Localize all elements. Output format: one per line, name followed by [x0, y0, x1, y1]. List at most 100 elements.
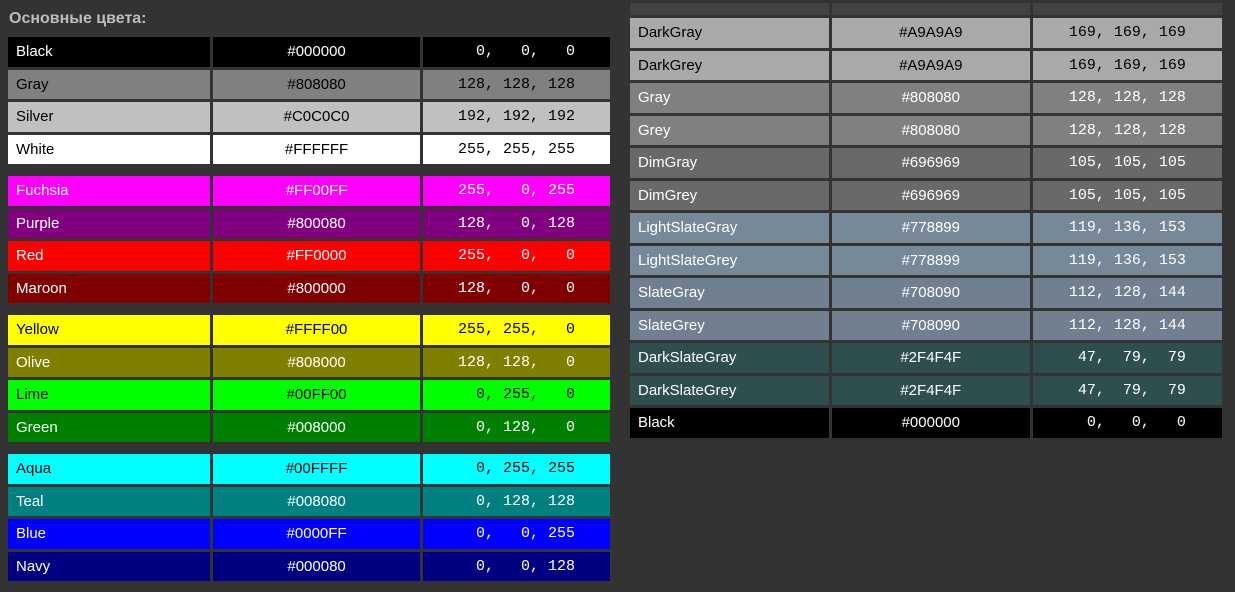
table-row: Navy#000080 0, 0, 128	[8, 552, 610, 582]
color-hex-cell: #808080	[832, 83, 1030, 113]
color-rgb-cell: 255, 255, 0	[423, 315, 610, 345]
color-rgb-cell: 119, 136, 153	[1033, 213, 1222, 243]
table-header-cell	[1033, 3, 1222, 15]
color-name-cell: SlateGrey	[630, 311, 829, 341]
color-hex-cell: #A9A9A9	[832, 51, 1030, 81]
table-row: Blue#0000FF 0, 0, 255	[8, 519, 610, 549]
color-hex-cell: #008000	[213, 413, 420, 443]
gray-colors-panel: DarkGray#A9A9A9169, 169, 169DarkGrey#A9A…	[627, 0, 1225, 584]
color-name-cell: Lime	[8, 380, 210, 410]
gray-colors-table: DarkGray#A9A9A9169, 169, 169DarkGrey#A9A…	[627, 0, 1225, 441]
color-hex-cell: #FFFF00	[213, 315, 420, 345]
table-header-cell	[832, 3, 1030, 15]
color-hex-cell: #000000	[832, 408, 1030, 438]
color-rgb-cell: 105, 105, 105	[1033, 181, 1222, 211]
color-name-cell: Black	[8, 37, 210, 67]
color-name-cell: Purple	[8, 209, 210, 239]
basic-colors-table: Black#000000 0, 0, 0Gray#808080128, 128,…	[5, 34, 613, 584]
color-name-cell: Aqua	[8, 454, 210, 484]
color-rgb-cell: 169, 169, 169	[1033, 18, 1222, 48]
color-name-cell: Teal	[8, 487, 210, 517]
color-name-cell: Silver	[8, 102, 210, 132]
color-rgb-cell: 128, 128, 0	[423, 348, 610, 378]
color-hex-cell: #708090	[832, 278, 1030, 308]
color-name-cell: LightSlateGray	[630, 213, 829, 243]
table-row: LightSlateGrey#778899119, 136, 153	[630, 246, 1222, 276]
table-row: DarkGray#A9A9A9169, 169, 169	[630, 18, 1222, 48]
table-row: DarkSlateGray#2F4F4F 47, 79, 79	[630, 343, 1222, 373]
color-rgb-cell: 47, 79, 79	[1033, 376, 1222, 406]
color-hex-cell: #008080	[213, 487, 420, 517]
color-hex-cell: #00FF00	[213, 380, 420, 410]
color-hex-cell: #C0C0C0	[213, 102, 420, 132]
color-hex-cell: #FF0000	[213, 241, 420, 271]
table-row: LightSlateGray#778899119, 136, 153	[630, 213, 1222, 243]
color-rgb-cell: 112, 128, 144	[1033, 311, 1222, 341]
table-row: Purple#800080128, 0, 128	[8, 209, 610, 239]
color-name-cell: Yellow	[8, 315, 210, 345]
color-rgb-cell: 192, 192, 192	[423, 102, 610, 132]
color-name-cell: DimGray	[630, 148, 829, 178]
group-spacer	[8, 445, 610, 451]
color-name-cell: White	[8, 135, 210, 165]
color-rgb-cell: 255, 255, 255	[423, 135, 610, 165]
color-name-cell: DarkSlateGrey	[630, 376, 829, 406]
color-name-cell: DarkSlateGray	[630, 343, 829, 373]
color-name-cell: Red	[8, 241, 210, 271]
color-name-cell: DarkGrey	[630, 51, 829, 81]
table-row: Olive#808000128, 128, 0	[8, 348, 610, 378]
table-row: Black#000000 0, 0, 0	[630, 408, 1222, 438]
color-hex-cell: #808000	[213, 348, 420, 378]
color-name-cell: DarkGray	[630, 18, 829, 48]
basic-colors-heading: Основные цвета:	[5, 8, 613, 34]
color-name-cell: DimGrey	[630, 181, 829, 211]
color-hex-cell: #800080	[213, 209, 420, 239]
color-rgb-cell: 128, 128, 128	[1033, 83, 1222, 113]
color-hex-cell: #FF00FF	[213, 176, 420, 206]
color-hex-cell: #696969	[832, 148, 1030, 178]
table-row: DimGrey#696969105, 105, 105	[630, 181, 1222, 211]
color-hex-cell: #000000	[213, 37, 420, 67]
table-row: White#FFFFFF255, 255, 255	[8, 135, 610, 165]
table-row: Green#008000 0, 128, 0	[8, 413, 610, 443]
color-name-cell: Fuchsia	[8, 176, 210, 206]
color-rgb-cell: 0, 255, 0	[423, 380, 610, 410]
color-name-cell: Olive	[8, 348, 210, 378]
color-hex-cell: #708090	[832, 311, 1030, 341]
color-hex-cell: #778899	[832, 213, 1030, 243]
color-rgb-cell: 0, 0, 128	[423, 552, 610, 582]
color-rgb-cell: 0, 128, 128	[423, 487, 610, 517]
table-row: DarkSlateGrey#2F4F4F 47, 79, 79	[630, 376, 1222, 406]
basic-colors-panel: Основные цвета: Black#000000 0, 0, 0Gray…	[5, 8, 613, 584]
color-name-cell: Black	[630, 408, 829, 438]
color-rgb-cell: 119, 136, 153	[1033, 246, 1222, 276]
color-hex-cell: #000080	[213, 552, 420, 582]
color-rgb-cell: 0, 255, 255	[423, 454, 610, 484]
color-rgb-cell: 128, 128, 128	[423, 70, 610, 100]
color-hex-cell: #FFFFFF	[213, 135, 420, 165]
color-hex-cell: #808080	[832, 116, 1030, 146]
page-root: Основные цвета: Black#000000 0, 0, 0Gray…	[0, 0, 1235, 592]
table-row: Maroon#800000128, 0, 0	[8, 274, 610, 304]
color-rgb-cell: 255, 0, 0	[423, 241, 610, 271]
color-name-cell: Maroon	[8, 274, 210, 304]
color-hex-cell: #A9A9A9	[832, 18, 1030, 48]
color-hex-cell: #0000FF	[213, 519, 420, 549]
table-row: Black#000000 0, 0, 0	[8, 37, 610, 67]
color-hex-cell: #800000	[213, 274, 420, 304]
color-rgb-cell: 128, 0, 0	[423, 274, 610, 304]
color-rgb-cell: 169, 169, 169	[1033, 51, 1222, 81]
table-row: DarkGrey#A9A9A9169, 169, 169	[630, 51, 1222, 81]
color-hex-cell: #2F4F4F	[832, 376, 1030, 406]
color-rgb-cell: 0, 0, 0	[423, 37, 610, 67]
color-name-cell: SlateGray	[630, 278, 829, 308]
color-rgb-cell: 105, 105, 105	[1033, 148, 1222, 178]
color-name-cell: Green	[8, 413, 210, 443]
table-row: Gray#808080128, 128, 128	[8, 70, 610, 100]
table-header-cell	[630, 3, 829, 15]
table-row: Teal#008080 0, 128, 128	[8, 487, 610, 517]
table-row: Fuchsia#FF00FF255, 0, 255	[8, 176, 610, 206]
color-hex-cell: #00FFFF	[213, 454, 420, 484]
color-name-cell: LightSlateGrey	[630, 246, 829, 276]
color-rgb-cell: 128, 128, 128	[1033, 116, 1222, 146]
